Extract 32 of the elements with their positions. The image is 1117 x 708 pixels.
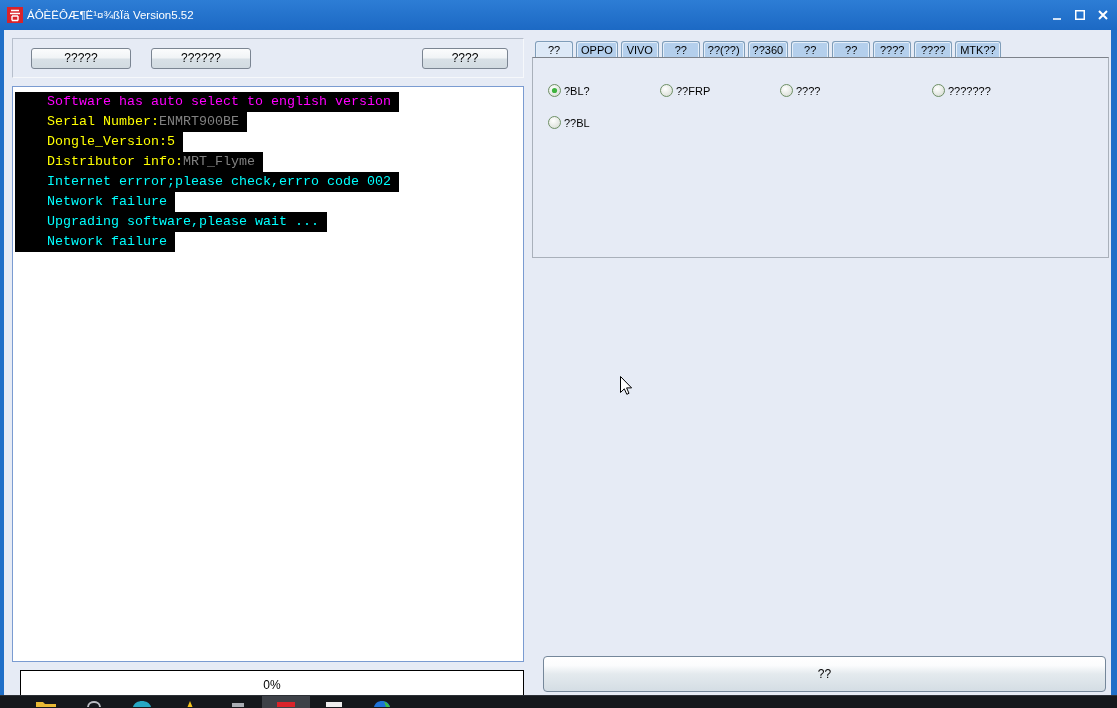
maximize-icon (1074, 10, 1085, 20)
radio-option[interactable]: ??FRP (660, 84, 711, 97)
radio-option[interactable]: ??BL (548, 116, 590, 129)
radio-option[interactable]: ???? (780, 84, 821, 97)
tab[interactable]: ?? (661, 41, 700, 57)
tab[interactable]: ?? (791, 41, 830, 57)
tab[interactable]: MTK?? (955, 41, 1001, 57)
page-icon (324, 701, 344, 707)
tab[interactable]: ?? (832, 41, 871, 57)
toolbar-button[interactable]: ???? (422, 47, 508, 69)
tile-icon (276, 701, 296, 707)
action-button[interactable]: ?? (543, 656, 1106, 692)
radio-option[interactable]: ??????? (932, 84, 991, 97)
tab[interactable]: ?? (535, 41, 573, 57)
tab[interactable]: OPPO (576, 41, 618, 57)
arc-icon (84, 701, 104, 707)
toolbar-button[interactable]: ????? (31, 47, 131, 69)
close-icon (1097, 10, 1108, 20)
tab[interactable]: VIVO (620, 41, 659, 57)
folder-icon (36, 701, 56, 707)
minimize-icon (1052, 18, 1061, 20)
progress-reading: 0% (263, 677, 281, 692)
tab[interactable]: ??360 (747, 41, 789, 57)
app-logo-icon (7, 7, 23, 23)
radio-option[interactable]: ?BL? (548, 84, 590, 97)
tab[interactable]: ???? (914, 41, 953, 57)
window-title: ÁÔÈËÔÆ¶Ë¹¤¾ßÏä Version5.52 (27, 9, 194, 21)
globe-icon (372, 701, 392, 707)
toolbar-button[interactable]: ?????? (151, 47, 251, 69)
tab[interactable]: ???? (873, 41, 912, 57)
tab[interactable]: ??(??) (702, 41, 745, 57)
mouse-pointer-icon (620, 376, 632, 395)
